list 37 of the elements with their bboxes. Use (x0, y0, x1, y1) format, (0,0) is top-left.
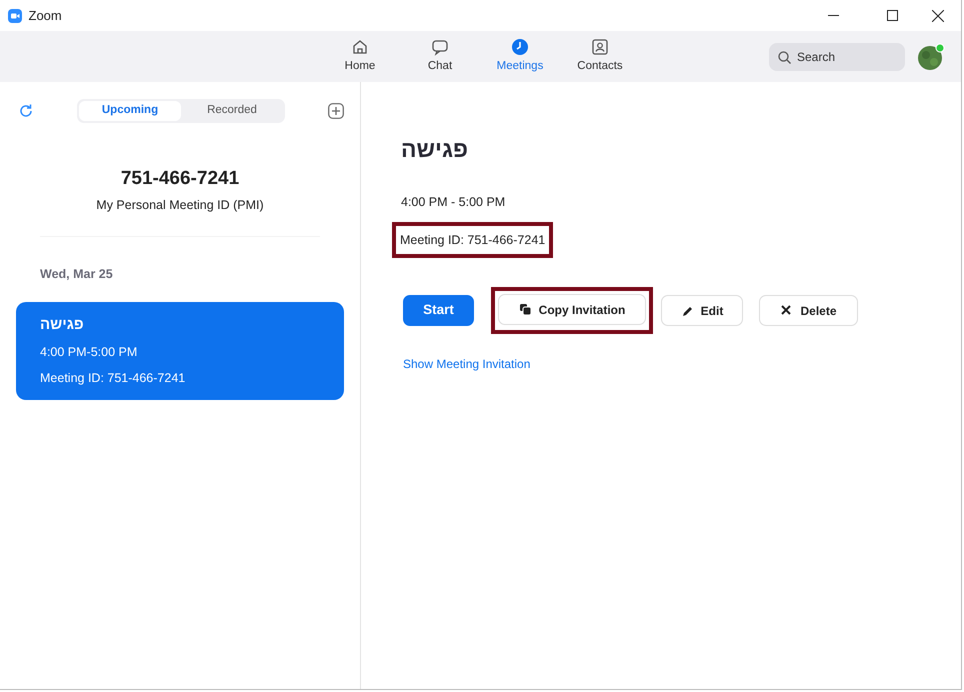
nav-tab[interactable]: Meetings (480, 38, 560, 76)
pmi-number: 751-466-7241 (120, 167, 240, 191)
window-title: Zoom (28, 6, 62, 25)
meeting-title: פגישה (401, 135, 468, 164)
chat-icon (431, 38, 449, 56)
segment-tab[interactable]: Upcoming (79, 101, 181, 121)
search-field[interactable]: Search (769, 42, 905, 70)
meeting-time: 4:00 PM-5:00 PM (40, 344, 138, 360)
zoom-logo-icon (8, 8, 22, 22)
date-heading: Wed, Mar 25 (40, 266, 114, 284)
close-icon (932, 10, 944, 22)
pmi-label: My Personal Meeting ID (PMI) (95, 196, 265, 214)
edit-button[interactable]: Edit (661, 295, 743, 326)
minimize-icon (828, 15, 838, 16)
x-icon (780, 304, 792, 317)
pencil-icon (680, 304, 693, 317)
meeting-id: Meeting ID: 751-466-7241 (400, 232, 546, 250)
meeting-id: Meeting ID: 751-466-7241 (40, 370, 186, 388)
nav-tab[interactable]: Home (320, 38, 400, 76)
copy-icon (518, 303, 531, 316)
home-icon (351, 38, 369, 56)
search-icon (778, 50, 791, 64)
meeting-title: פגישה (40, 315, 85, 335)
segment-tab[interactable]: Recorded (181, 101, 283, 121)
start-button[interactable]: Start (403, 295, 474, 326)
maximize-icon (886, 10, 898, 21)
contacts-icon (591, 38, 609, 56)
nav-tab[interactable]: Chat (400, 38, 480, 76)
add-icon[interactable] (328, 103, 344, 119)
delete-button[interactable]: Delete (759, 295, 858, 326)
copy-button[interactable]: Copy Invitation (498, 294, 646, 325)
meeting-time: 4:00 PM - 5:00 PM (401, 194, 506, 210)
nav-tab[interactable]: Contacts (560, 38, 640, 76)
refresh-icon[interactable] (18, 103, 34, 119)
show-invitation-link[interactable]: Show Meeting Invitation (403, 357, 530, 371)
avatar[interactable] (917, 42, 945, 70)
clock-icon (511, 38, 529, 56)
